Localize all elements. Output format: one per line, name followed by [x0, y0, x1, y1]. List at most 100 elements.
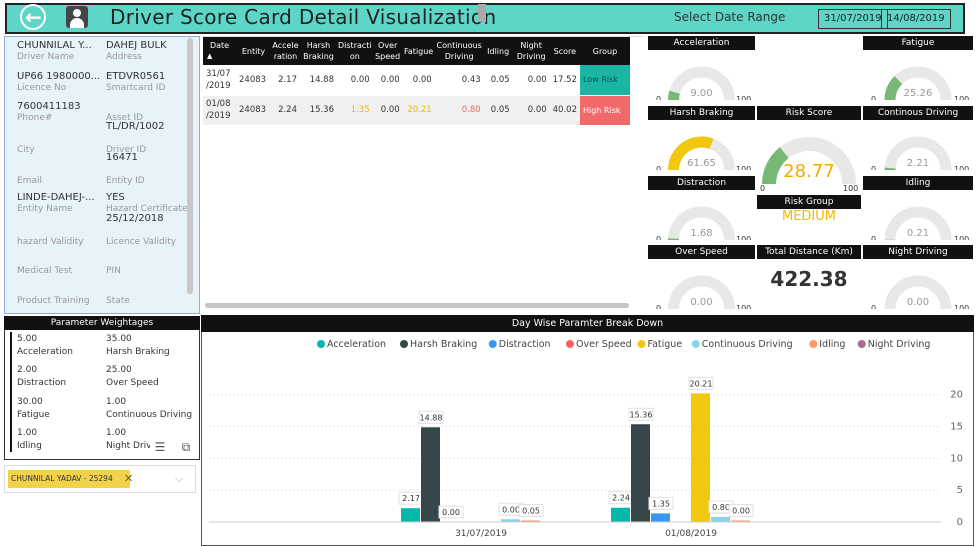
info-scrollbar[interactable]: [187, 38, 193, 294]
driver-l-val-5: LINDE-DAHEJ-...: [17, 192, 95, 203]
column-header-4[interactable]: Distracti on: [337, 37, 373, 65]
bar-distraction[interactable]: [651, 513, 670, 522]
driver-l-lab-0: Driver Name: [17, 52, 75, 62]
driver-r-val-1: ETDVR0561: [106, 71, 166, 82]
bar-continuous-driving[interactable]: [711, 516, 730, 522]
driver-r-lab-7: PIN: [106, 266, 121, 276]
data-label: 0.00: [442, 508, 460, 517]
gauge-card-continous-driving[interactable]: Continous Driving 2.21 0 100: [863, 106, 973, 170]
column-header-label: Accele ration: [272, 41, 299, 61]
table-cell-fat: 20.21: [402, 95, 435, 125]
focus-mode-icon[interactable]: ⧉: [176, 437, 196, 457]
gauge-value: 25.26: [904, 88, 933, 99]
column-header-0[interactable]: Date ▲: [203, 37, 236, 65]
filter-icon[interactable]: ☰: [150, 437, 170, 457]
bar-harsh-braking[interactable]: [421, 427, 440, 522]
gauge-continous-driving: 2.21 0 100: [871, 136, 969, 170]
gauge-value: 0.21: [907, 228, 929, 239]
legend-label[interactable]: Idling: [819, 339, 845, 350]
back-button[interactable]: ←: [20, 4, 46, 30]
table-row[interactable]: 31/07 /2019 24083 2.17 14.88 0.00 0.00 0.00 0.4…: [203, 65, 630, 96]
gauge-card-acceleration[interactable]: Acceleration 9.00 0 100: [648, 36, 755, 100]
title-divider: [478, 4, 486, 22]
clear-selection-icon[interactable]: ✕: [124, 470, 133, 488]
bar-acceleration[interactable]: [611, 507, 630, 522]
slicer-selected-tag[interactable]: CHUNNILAL YADAV - 25294 ✕: [8, 470, 133, 488]
gauge-card-idling[interactable]: Idling 0.21 0 100: [863, 176, 973, 240]
y-tick-label: 15: [950, 422, 963, 433]
bar-acceleration[interactable]: [401, 508, 420, 522]
chevron-down-icon[interactable]: ⌵: [175, 472, 183, 486]
legend-marker: [400, 340, 408, 348]
y-tick-label: 5: [957, 485, 963, 496]
start-date-input[interactable]: 31/07/2019: [818, 9, 888, 29]
legend-label[interactable]: Night Driving: [868, 339, 931, 350]
gauge-min: 0: [871, 235, 876, 240]
table-cell-date: 31/07 /2019: [203, 65, 236, 96]
gauge-card-night-driving[interactable]: Night Driving 0.00 0 100: [863, 245, 973, 309]
gauge-min: 0: [760, 184, 765, 192]
column-header-5[interactable]: Over Speed: [372, 37, 403, 65]
legend-label[interactable]: Over Speed: [576, 339, 632, 350]
end-date-input[interactable]: 14/08/2019: [881, 9, 951, 29]
gauge-card-harsh-braking[interactable]: Harsh Braking 61.65 0 100: [648, 106, 755, 170]
legend-marker: [857, 340, 866, 348]
column-header-label: Entity: [241, 46, 266, 56]
driver-l-lab-8: Product Training: [17, 296, 90, 306]
data-label: 2.17: [402, 494, 420, 503]
legend-label[interactable]: Acceleration: [327, 339, 386, 350]
y-tick-label: 0: [957, 517, 963, 528]
sort-ascending-icon[interactable]: ▲: [204, 51, 235, 62]
legend-label[interactable]: Fatigue: [648, 339, 683, 350]
weightages-scrollbar[interactable]: [10, 332, 12, 452]
visual-toolbar: ☰ ⧉: [150, 437, 200, 459]
table-cell-nd: 0.00: [512, 95, 550, 125]
gauge-max: 100: [954, 235, 969, 240]
column-header-3[interactable]: Harsh Braking: [300, 37, 337, 65]
driver-r-val-3: TL/DR/1002: [106, 121, 165, 132]
gauge-title: Risk Score: [757, 106, 861, 120]
column-header-9[interactable]: Night Driving: [512, 37, 550, 65]
column-header-10[interactable]: Score: [549, 37, 580, 65]
column-header-label: Harsh Braking: [303, 41, 334, 61]
weightage-r-lab-0: Harsh Braking: [106, 347, 170, 357]
day-wise-bar-chart: Acceleration Harsh Braking Distraction Over…: [209, 339, 963, 539]
gauge-max: 100: [736, 165, 751, 170]
column-header-6[interactable]: Fatigue: [402, 37, 435, 65]
driver-r-lab-0: Address: [106, 52, 142, 62]
weightage-r-val-2: 1.00: [106, 397, 127, 407]
legend-label[interactable]: Distraction: [499, 339, 551, 350]
column-header-2[interactable]: Accele ration: [271, 37, 300, 65]
gauge-acceleration: 9.00 0 100: [656, 66, 751, 100]
bar-harsh-braking[interactable]: [631, 424, 650, 522]
bar-fatigue[interactable]: [691, 393, 710, 522]
table-row[interactable]: 01/08 /2019 24083 2.24 15.36 1.35 0.00 20.21 0.…: [203, 95, 630, 125]
column-header-11[interactable]: Group: [579, 37, 630, 65]
gauge-fill: [762, 147, 789, 185]
gauge-card-fatigue[interactable]: Fatigue 25.26 0 100: [863, 36, 973, 100]
table-cell-dis: 0.00: [337, 65, 373, 96]
table-horizontal-scrollbar[interactable]: [205, 303, 629, 308]
gauge-card-risk-score[interactable]: Risk Score 28.77 0 100: [757, 106, 861, 192]
column-header-7[interactable]: Continuous Driving: [434, 37, 484, 65]
gauge-card-over-speed[interactable]: Over Speed 0.00 0 100: [648, 245, 755, 309]
risk-group-card[interactable]: Risk Group MEDIUM: [757, 195, 861, 235]
gauge-value: 28.77: [783, 161, 835, 182]
column-header-1[interactable]: Entity: [236, 37, 271, 65]
gauge-title: Over Speed: [648, 245, 755, 259]
legend-label[interactable]: Harsh Braking: [410, 339, 477, 350]
weightage-r-lab-2: Continuous Driving: [106, 410, 193, 420]
column-header-8[interactable]: Idling: [483, 37, 513, 65]
gauge-title: Harsh Braking: [648, 106, 755, 120]
risk-group-card-title: Risk Group: [757, 195, 861, 209]
gauge-card-distraction[interactable]: Distraction 1.68 0 100: [648, 176, 755, 240]
legend-label[interactable]: Continuous Driving: [702, 339, 793, 350]
data-label: 0.05: [522, 507, 540, 516]
table-cell-entity: 24083: [236, 65, 271, 96]
total-distance-card[interactable]: Total Distance (Km) 422.38: [757, 245, 861, 309]
data-label: 20.21: [690, 379, 713, 388]
weightage-r-lab-3: Night Driv: [106, 441, 152, 451]
total-distance-card-title: Total Distance (Km): [757, 245, 861, 259]
data-label: 2.24: [612, 494, 630, 503]
gauge-night-driving: 0.00 0 100: [871, 275, 969, 309]
